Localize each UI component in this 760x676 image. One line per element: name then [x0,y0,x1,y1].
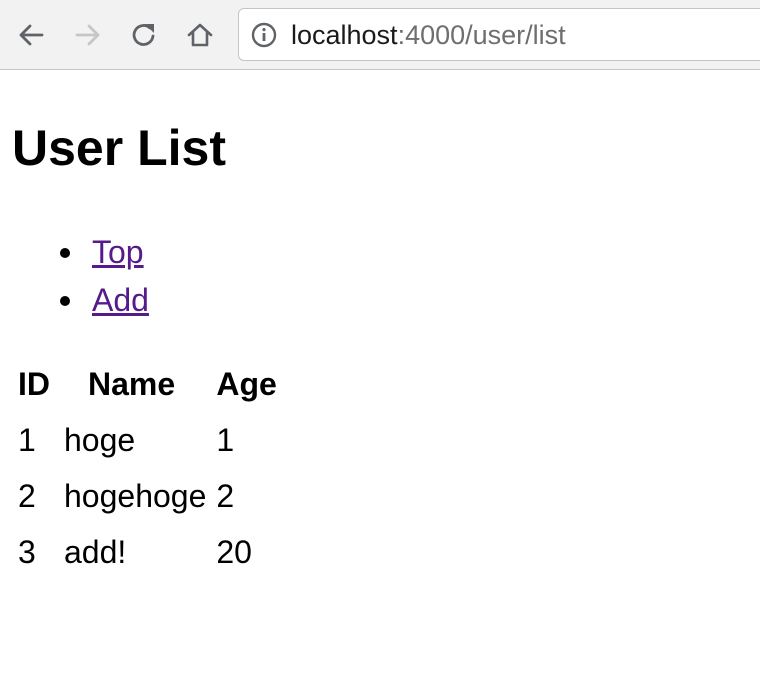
address-bar[interactable]: localhost:4000/user/list [238,8,760,61]
back-button[interactable] [13,17,49,53]
url-host: localhost [291,20,398,50]
url-path: :4000/user/list [397,20,566,50]
table-row: 3 add! 20 [12,524,277,580]
browser-toolbar: localhost:4000/user/list [0,0,760,70]
header-id: ID [18,365,50,402]
cell-age: 1 [216,421,235,458]
table-row: 1 hoge 1 [12,412,277,468]
info-icon[interactable] [250,21,278,49]
url-text[interactable]: localhost:4000/user/list [291,20,566,50]
page-content: User List Top Add ID Name Age 1 hoge 1 2… [12,118,277,570]
cell-name: hoge [64,421,136,458]
cell-age: 20 [216,533,252,570]
cell-name: add! [64,533,127,570]
top-link[interactable]: Top [92,234,144,270]
cell-name: hogehoge [64,477,207,514]
reload-button[interactable] [126,17,162,53]
cell-id: 3 [18,533,36,570]
bullet-icon [60,296,70,306]
back-arrow-icon [19,24,44,46]
cell-age: 2 [216,477,235,514]
header-name: Name [88,365,176,402]
forward-button[interactable] [70,17,106,53]
table-header-row: ID Name Age [12,356,277,412]
bullet-icon [60,248,70,258]
header-age: Age [216,365,277,402]
user-table: ID Name Age 1 hoge 1 2 hogehoge 2 3 add!… [12,356,277,580]
home-button[interactable] [182,17,218,53]
cell-id: 2 [18,477,36,514]
forward-arrow-icon [75,24,100,46]
add-link[interactable]: Add [92,282,149,318]
page-title: User List [12,120,226,176]
home-icon [187,23,213,47]
cell-id: 1 [18,421,36,458]
reload-icon [132,24,155,46]
list-item: Top [60,228,149,276]
nav-links: Top Add [60,228,149,324]
table-row: 2 hogehoge 2 [12,468,277,524]
list-item: Add [60,276,149,324]
